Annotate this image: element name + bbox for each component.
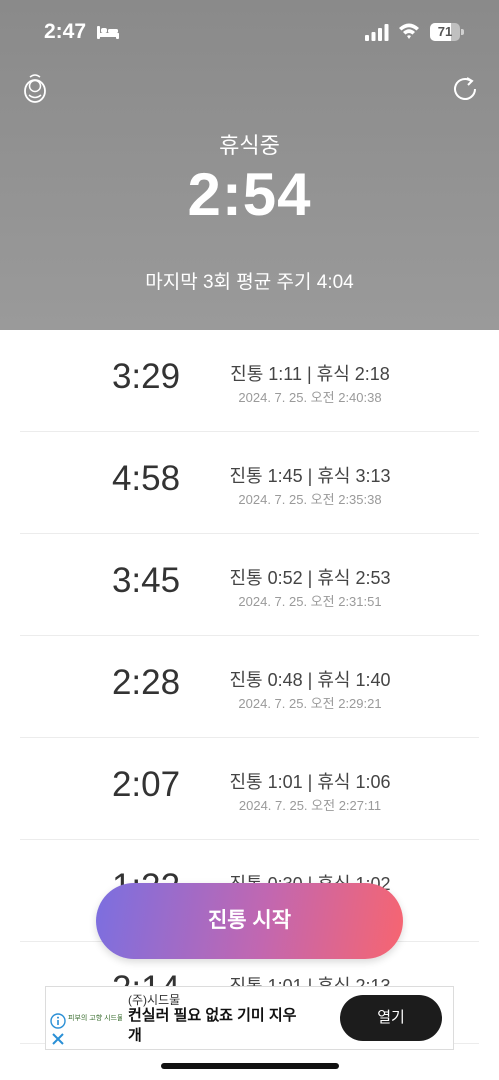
record-row[interactable]: 2:28 진통 0:48 | 휴식 1:40 2024. 7. 25. 오전 2… — [20, 636, 479, 738]
start-contraction-button[interactable]: 진통 시작 — [96, 883, 403, 959]
header-panel: 2:47 71 휴식중 2:54 마지막 3회 평균 주기 4:04 — [0, 0, 499, 330]
record-row[interactable]: 2:07 진통 1:01 | 휴식 1:06 2024. 7. 25. 오전 2… — [20, 738, 479, 840]
battery-indicator: 71 — [430, 23, 464, 41]
record-datetime: 2024. 7. 25. 오전 2:29:21 — [238, 696, 382, 711]
ad-logo: 피부의 고향 시드물 — [68, 1015, 122, 1022]
record-row[interactable]: 3:29 진통 1:11 | 휴식 2:18 2024. 7. 25. 오전 2… — [20, 330, 479, 432]
record-interval: 3:45 — [111, 561, 181, 600]
record-detail: 진통 1:45 | 휴식 3:13 — [229, 466, 391, 486]
record-interval: 4:58 — [111, 459, 181, 498]
record-datetime: 2024. 7. 25. 오전 2:35:38 — [238, 492, 382, 507]
status-time: 2:47 — [44, 20, 87, 43]
average-interval-label: 마지막 3회 평균 주기 4:04 — [145, 272, 354, 293]
record-interval: 2:28 — [111, 663, 181, 702]
record-detail: 진통 1:01 | 휴식 1:06 — [229, 772, 391, 792]
record-interval: 3:29 — [111, 357, 181, 396]
cellular-signal-icon — [365, 24, 389, 41]
wifi-icon — [399, 23, 419, 39]
record-interval: 2:07 — [111, 765, 181, 804]
home-indicator[interactable] — [161, 1063, 339, 1069]
record-datetime: 2024. 7. 25. 오전 2:40:38 — [238, 390, 382, 405]
ad-banner[interactable]: 피부의 고향 시드물 (주)시드물 컨실러 필요 없죠 기미 지우개 열기 — [45, 986, 454, 1050]
status-bar: 2:47 71 — [0, 0, 499, 64]
info-icon[interactable] — [50, 1013, 66, 1029]
close-icon[interactable] — [51, 1032, 65, 1046]
ad-headline: 컨실러 필요 없죠 기미 지우개 — [128, 1007, 297, 1044]
ad-open-button[interactable]: 열기 — [340, 995, 442, 1041]
record-datetime: 2024. 7. 25. 오전 2:27:11 — [238, 798, 382, 813]
record-detail: 진통 0:52 | 휴식 2:53 — [229, 568, 391, 588]
record-datetime: 2024. 7. 25. 오전 2:31:51 — [238, 594, 382, 609]
record-detail: 진통 0:48 | 휴식 1:40 — [229, 670, 391, 690]
bed-icon — [97, 26, 119, 39]
battery-level: 71 — [437, 24, 453, 39]
record-row[interactable]: 4:58 진통 1:45 | 휴식 3:13 2024. 7. 25. 오전 2… — [20, 432, 479, 534]
baby-icon[interactable] — [22, 74, 48, 104]
refresh-icon[interactable] — [451, 75, 479, 103]
record-row[interactable]: 3:45 진통 0:52 | 휴식 2:53 2024. 7. 25. 오전 2… — [20, 534, 479, 636]
elapsed-timer: 2:54 — [187, 161, 312, 228]
state-label: 휴식중 — [219, 133, 280, 158]
record-detail: 진통 1:11 | 휴식 2:18 — [230, 364, 390, 384]
